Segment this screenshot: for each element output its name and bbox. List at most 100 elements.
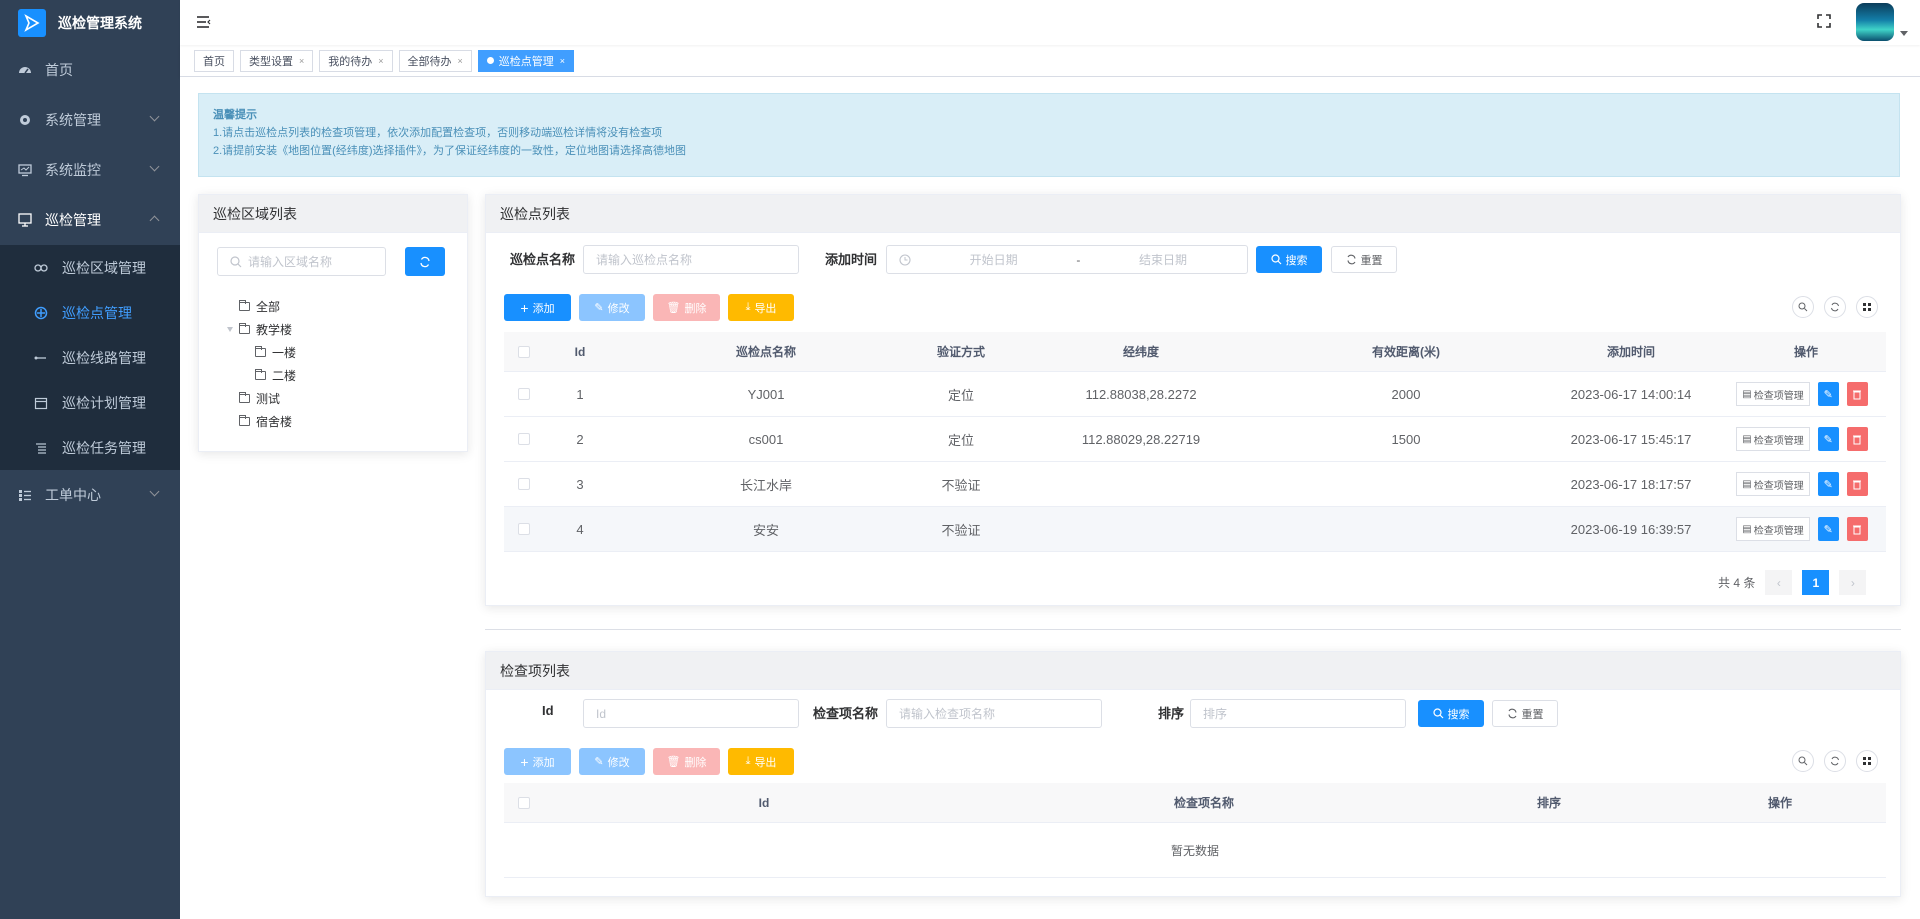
sidebar-item-plan[interactable]: 巡检计划管理 (0, 380, 180, 425)
monitor-icon (18, 163, 32, 177)
row-delete-button[interactable] (1846, 382, 1868, 406)
check-item-manage-button[interactable]: ▤ 检查项管理 (1736, 517, 1810, 541)
columns-icon[interactable] (1856, 296, 1878, 318)
row-checkbox[interactable] (504, 523, 544, 535)
date-range-picker[interactable]: 开始日期 - 结束日期 (886, 245, 1248, 274)
cell-name: YJ001 (747, 386, 785, 402)
tree-node-all[interactable]: 全部 (221, 295, 296, 318)
area-tree: 全部 教学楼 一楼 二楼 测试 宿舍楼 (221, 295, 296, 433)
fullscreen-icon[interactable] (1816, 13, 1834, 31)
sidebar-item-workorder[interactable]: 工单中心 (0, 470, 180, 520)
tag-my-todo[interactable]: 我的待办 × (319, 49, 393, 72)
select-all-checkbox[interactable] (504, 796, 544, 809)
area-refresh-button[interactable] (405, 247, 445, 276)
refresh-icon (420, 256, 430, 267)
row-checkbox[interactable] (504, 388, 544, 400)
edit-label: 修改 (607, 756, 630, 769)
tree-node-teaching[interactable]: 教学楼 (221, 318, 296, 341)
check-add-button[interactable]: + 添加 (504, 748, 571, 775)
row-edit-button[interactable]: ✎ (1817, 517, 1839, 541)
avatar[interactable] (1856, 3, 1894, 41)
columns-icon[interactable] (1856, 750, 1878, 772)
next-page-button[interactable]: › (1839, 570, 1867, 595)
row-delete-button[interactable] (1846, 427, 1868, 451)
tag-home[interactable]: 首页 (194, 49, 234, 72)
row-delete-button[interactable] (1846, 517, 1868, 541)
point-search-button[interactable]: 搜索 (1256, 246, 1322, 273)
trash-icon (1853, 390, 1862, 399)
table-header: Id 检查项名称 排序 操作 (504, 783, 1886, 823)
check-reset-button[interactable]: 重置 (1492, 700, 1558, 727)
row-edit-button[interactable]: ✎ (1817, 427, 1839, 451)
sidebar-item-system[interactable]: 系统管理 (0, 95, 180, 145)
tree-node-test[interactable]: 测试 (221, 387, 296, 410)
tag-point-manage[interactable]: 巡检点管理 × (477, 49, 575, 72)
row-delete-button[interactable] (1846, 472, 1868, 496)
expand-arrow-icon[interactable] (227, 327, 233, 332)
point-edit-button[interactable]: ✎ 修改 (579, 294, 645, 321)
check-item-manage-button[interactable]: ▤ 检查项管理 (1736, 382, 1810, 406)
sidebar-item-inspection[interactable]: 巡检管理 (0, 195, 180, 245)
sidebar-item-task[interactable]: 巡检任务管理 (0, 425, 180, 470)
point-reset-button[interactable]: 重置 (1331, 246, 1397, 273)
point-name-input[interactable]: 请输入巡检点名称 (583, 245, 799, 274)
prev-page-button[interactable]: ‹ (1765, 570, 1793, 595)
check-sort-input[interactable]: 排序 (1190, 699, 1406, 728)
close-icon[interactable]: × (378, 56, 383, 66)
trash-icon (1853, 525, 1862, 534)
sidebar-item-monitor[interactable]: 系统监控 (0, 145, 180, 195)
table-row[interactable]: 3 长江水岸 不验证 2023-06-17 18:17:57 ▤ 检查项管理 ✎ (504, 462, 1886, 507)
check-delete-button[interactable]: 🗑 删除 (653, 748, 720, 775)
row-edit-button[interactable]: ✎ (1817, 472, 1839, 496)
sidebar-item-home[interactable]: 首页 (0, 45, 180, 95)
table-row[interactable]: 4 安安 不验证 2023-06-19 16:39:57 ▤ 检查项管理 ✎ (504, 507, 1886, 552)
row-edit-button[interactable]: ✎ (1817, 382, 1839, 406)
check-item-manage-label: 检查项管理 (1753, 435, 1804, 447)
refresh-icon[interactable] (1824, 750, 1846, 772)
sidebar-item-route[interactable]: 巡检线路管理 (0, 335, 180, 380)
area-search-input[interactable]: 请输入区域名称 (217, 247, 386, 276)
close-icon[interactable]: × (299, 56, 304, 66)
tree-node-floor-2[interactable]: 二楼 (221, 364, 296, 387)
check-item-manage-button[interactable]: ▤ 检查项管理 (1736, 472, 1810, 496)
tip-line-2: 2.请提前安装《地图位置(经纬度)选择插件》，为了保证经纬度的一致性，定位地图请… (213, 145, 686, 157)
folder-icon (239, 300, 250, 311)
refresh-icon[interactable] (1824, 296, 1846, 318)
delete-label: 删除 (684, 756, 707, 769)
page-number-button[interactable]: 1 (1802, 570, 1830, 595)
table-row[interactable]: 2 cs001 定位 112.88029,28.22719 1500 2023-… (504, 417, 1886, 462)
row-checkbox[interactable] (504, 478, 544, 490)
tag-type-settings[interactable]: 类型设置 × (240, 49, 314, 72)
point-export-button[interactable]: ⤓ 导出 (728, 294, 794, 321)
point-delete-button[interactable]: 🗑 删除 (653, 294, 720, 321)
table-row[interactable]: 1 YJ001 定位 112.88038,28.2272 2000 2023-0… (504, 372, 1886, 417)
pencil-icon: ✎ (594, 302, 604, 314)
cell-time: 2023-06-19 16:39:57 (1570, 521, 1692, 537)
caret-down-icon[interactable] (1900, 30, 1908, 36)
cell-name: 安安 (752, 522, 779, 538)
hamburger-icon[interactable] (196, 15, 214, 31)
check-name-input[interactable]: 请输入检查项名称 (886, 699, 1102, 728)
row-checkbox[interactable] (504, 433, 544, 445)
trash-icon (1853, 435, 1862, 444)
check-id-input[interactable]: Id (583, 699, 799, 728)
check-export-button[interactable]: ⤓ 导出 (728, 748, 794, 775)
close-icon[interactable]: × (458, 56, 463, 66)
select-all-checkbox[interactable] (504, 345, 544, 358)
search-toggle-icon[interactable] (1792, 296, 1814, 318)
sidebar-item-label: 系统监控 (45, 162, 101, 178)
sidebar-item-point[interactable]: 巡检点管理 (0, 290, 180, 335)
check-item-manage-button[interactable]: ▤ 检查项管理 (1736, 427, 1810, 451)
close-icon[interactable]: × (560, 56, 565, 66)
brand: 巡检管理系统 (0, 0, 180, 45)
check-edit-button[interactable]: ✎ 修改 (579, 748, 645, 775)
tag-all-todo[interactable]: 全部待办 × (398, 49, 472, 72)
point-add-button[interactable]: + 添加 (504, 294, 571, 321)
list-icon (18, 488, 32, 502)
tree-node-floor-1[interactable]: 一楼 (221, 341, 296, 364)
search-toggle-icon[interactable] (1792, 750, 1814, 772)
pencil-icon: ✎ (594, 756, 604, 768)
tree-node-dorm[interactable]: 宿舍楼 (221, 410, 296, 433)
sidebar-item-area[interactable]: 巡检区域管理 (0, 245, 180, 290)
check-search-button[interactable]: 搜索 (1418, 700, 1484, 727)
